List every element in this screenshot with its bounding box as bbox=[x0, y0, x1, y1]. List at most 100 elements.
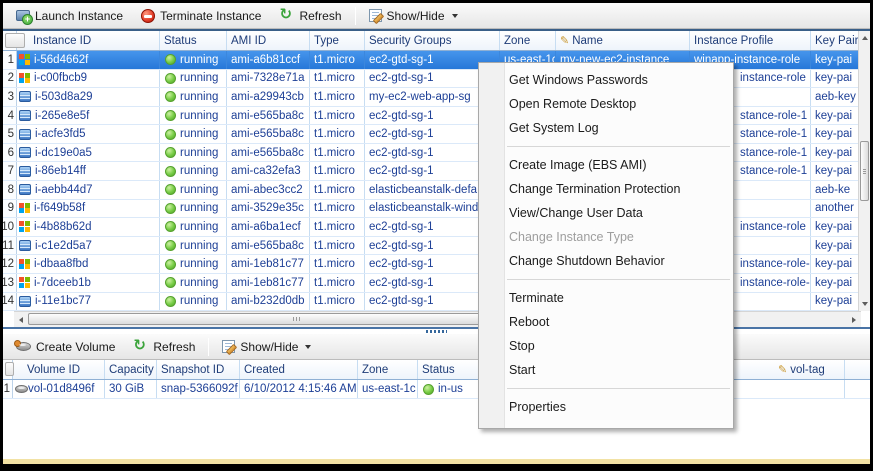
menu-item-view-change-user-data[interactable]: View/Change User Data bbox=[479, 201, 733, 225]
create-volume-icon bbox=[16, 342, 31, 351]
volume-id-text: vol-01d8496f bbox=[28, 383, 95, 395]
refresh-button[interactable]: Refresh bbox=[270, 5, 350, 27]
row-number: 9 bbox=[3, 200, 17, 218]
status-text: running bbox=[180, 165, 218, 177]
row-number: 3 bbox=[3, 88, 17, 106]
instances-toolbar: Launch Instance Terminate Instance Refre… bbox=[3, 3, 870, 29]
ami-id-cell: ami-b232d0db bbox=[227, 293, 310, 311]
status-cell: running bbox=[160, 218, 227, 236]
menu-item-stop[interactable]: Stop bbox=[479, 334, 733, 358]
status-dot-icon bbox=[165, 296, 176, 307]
scroll-left-icon[interactable] bbox=[19, 317, 23, 323]
type-cell: t1.micro bbox=[310, 125, 365, 143]
status-cell: running bbox=[160, 70, 227, 88]
instances-header: Instance ID Status AMI ID Type Security … bbox=[3, 31, 858, 51]
status-text: running bbox=[180, 184, 218, 196]
volume-icon bbox=[15, 385, 28, 393]
menu-item-get-windows-passwords[interactable]: Get Windows Passwords bbox=[479, 68, 733, 92]
menu-separator bbox=[507, 279, 730, 280]
status-dot-icon bbox=[165, 259, 176, 270]
menu-item-open-remote-desktop[interactable]: Open Remote Desktop bbox=[479, 92, 733, 116]
server-icon bbox=[19, 91, 31, 102]
col-instance-profile[interactable]: Instance Profile bbox=[690, 31, 811, 50]
pencil-icon: ✎ bbox=[560, 34, 569, 47]
menu-item-terminate[interactable]: Terminate bbox=[479, 286, 733, 310]
col-security-groups[interactable]: Security Groups bbox=[365, 31, 500, 50]
status-text: running bbox=[180, 295, 218, 307]
row-number: 14 bbox=[3, 293, 17, 311]
menu-item-create-image-ebs-ami[interactable]: Create Image (EBS AMI) bbox=[479, 153, 733, 177]
status-text: running bbox=[180, 202, 218, 214]
status-dot-icon bbox=[423, 384, 434, 395]
instance-id-text: i-dc19e0a5 bbox=[35, 147, 92, 159]
col-type[interactable]: Type bbox=[310, 31, 365, 50]
menu-item-change-termination-protection[interactable]: Change Termination Protection bbox=[479, 177, 733, 201]
type-cell: t1.micro bbox=[310, 218, 365, 236]
status-dot-icon bbox=[165, 110, 176, 121]
status-cell: running bbox=[160, 162, 227, 180]
col-zone[interactable]: Zone bbox=[500, 31, 556, 50]
col-ami-id[interactable]: AMI ID bbox=[227, 31, 310, 50]
col-instance-id[interactable]: Instance ID bbox=[17, 31, 160, 50]
create-volume-button[interactable]: Create Volume bbox=[7, 336, 124, 358]
select-all-corner[interactable] bbox=[5, 362, 14, 376]
ami-id-cell: ami-e565ba8c bbox=[227, 107, 310, 125]
col-status[interactable]: Status bbox=[160, 31, 227, 50]
windows-logo-icon bbox=[19, 277, 30, 288]
type-cell: t1.micro bbox=[310, 107, 365, 125]
menu-item-start[interactable]: Start bbox=[479, 358, 733, 382]
toolbar-separator bbox=[355, 7, 356, 25]
status-dot-icon bbox=[165, 277, 176, 288]
volumes-rows: 1 vol-01d8496f30 GiBsnap-5366092f6/10/20… bbox=[3, 380, 870, 399]
terminate-instance-button[interactable]: Terminate Instance bbox=[132, 5, 270, 27]
status-cell: running bbox=[160, 88, 227, 106]
launch-instance-button[interactable]: Launch Instance bbox=[7, 5, 132, 27]
instance-id-text: i-c1e2d5a7 bbox=[35, 240, 92, 252]
instance-id-cell: i-11e1bc77 bbox=[17, 293, 160, 311]
col-name[interactable]: ✎Name bbox=[556, 31, 690, 50]
status-cell: running bbox=[160, 255, 227, 273]
col-created[interactable]: Created bbox=[240, 360, 358, 379]
status-cell: running bbox=[160, 293, 227, 311]
status-cell: running bbox=[160, 51, 227, 69]
windows-logo-icon bbox=[19, 259, 30, 270]
col-volume-id[interactable]: Volume ID bbox=[13, 360, 105, 379]
instance-id-cell: i-dbaa8fbd bbox=[17, 255, 160, 273]
table-row[interactable]: 1 vol-01d8496f30 GiBsnap-5366092f6/10/20… bbox=[3, 380, 870, 399]
row-number: 8 bbox=[3, 181, 17, 199]
scroll-down-icon[interactable] bbox=[862, 302, 868, 306]
instance-id-text: i-86eb14ff bbox=[35, 165, 86, 177]
col-key-pair[interactable]: Key Pair bbox=[811, 31, 858, 50]
menu-item-change-shutdown-behavior[interactable]: Change Shutdown Behavior bbox=[479, 249, 733, 273]
col-snapshot-id[interactable]: Snapshot ID bbox=[157, 360, 240, 379]
key-pair-cell: key-pai bbox=[811, 144, 858, 162]
scroll-right-icon[interactable] bbox=[852, 317, 856, 323]
volumes-refresh-label: Refresh bbox=[153, 340, 195, 354]
status-dot-icon bbox=[165, 166, 176, 177]
instance-id-cell: i-56d4662f bbox=[17, 51, 160, 69]
menu-item-reboot[interactable]: Reboot bbox=[479, 310, 733, 334]
server-icon bbox=[19, 166, 31, 177]
scroll-up-icon[interactable] bbox=[862, 36, 868, 40]
col-zone[interactable]: Zone bbox=[358, 360, 418, 379]
menu-item-properties[interactable]: Properties bbox=[479, 395, 733, 419]
volumes-show-hide-button[interactable]: Show/Hide bbox=[213, 336, 320, 358]
status-dot-icon bbox=[165, 240, 176, 251]
status-dot-icon bbox=[165, 73, 176, 84]
show-hide-button[interactable]: Show/Hide bbox=[360, 5, 467, 27]
menu-item-get-system-log[interactable]: Get System Log bbox=[479, 116, 733, 140]
col-capacity[interactable]: Capacity bbox=[105, 360, 157, 379]
vertical-scrollbar-thumb[interactable] bbox=[860, 141, 869, 201]
select-all-corner[interactable] bbox=[5, 33, 25, 48]
status-text: running bbox=[180, 147, 218, 159]
launch-instance-icon bbox=[16, 10, 30, 21]
volumes-refresh-button[interactable]: Refresh bbox=[124, 336, 204, 358]
type-cell: t1.micro bbox=[310, 293, 365, 311]
empty-column bbox=[845, 360, 870, 379]
ami-id-cell: ami-ca32efa3 bbox=[227, 162, 310, 180]
type-cell: t1.micro bbox=[310, 237, 365, 255]
launch-instance-label: Launch Instance bbox=[35, 9, 123, 23]
vertical-scrollbar[interactable] bbox=[858, 31, 870, 311]
status-text: in-us bbox=[438, 383, 463, 395]
chevron-down-icon bbox=[305, 345, 311, 349]
